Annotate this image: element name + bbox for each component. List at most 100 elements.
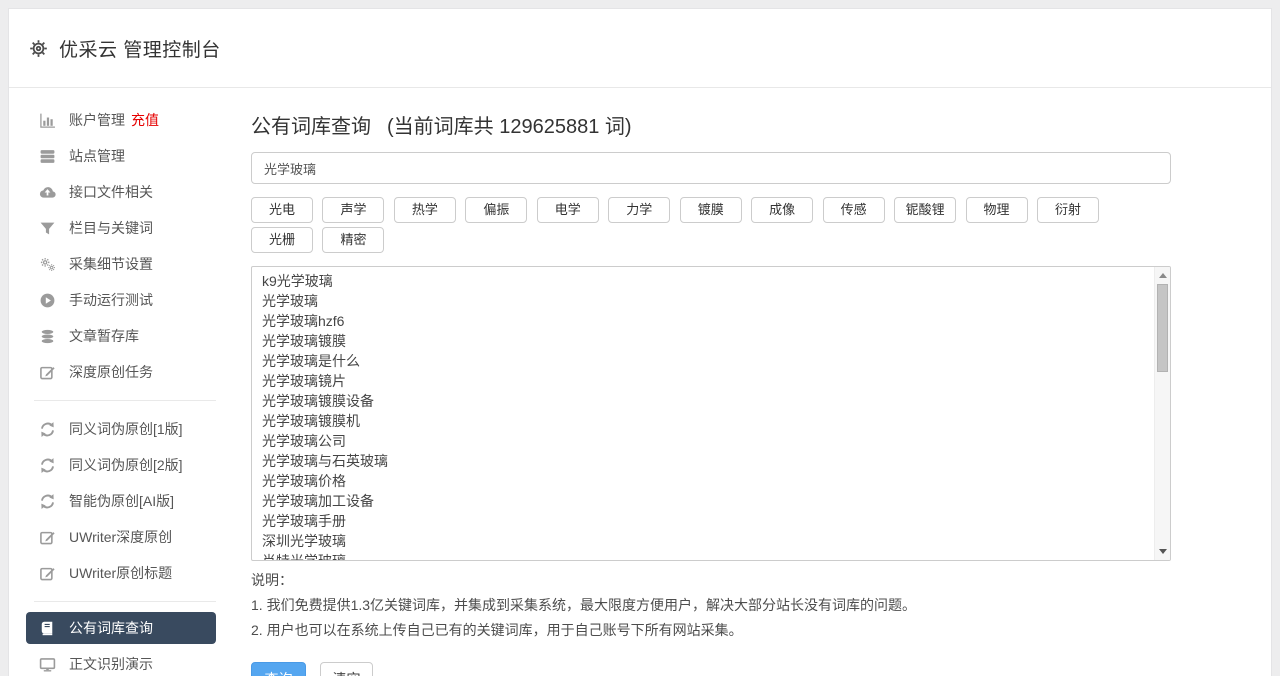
sidebar-item-label: 同义词伪原创[2版]: [69, 457, 183, 473]
tag-button[interactable]: 电学: [536, 197, 599, 223]
scroll-up-icon[interactable]: [1155, 268, 1170, 283]
tag-button[interactable]: 偏振: [465, 197, 528, 223]
keyword-item[interactable]: k9光学玻璃: [262, 271, 1146, 291]
sidebar-item-label: 深度原创任务: [69, 364, 153, 380]
page-title: 公有词库查询 (当前词库共 129625881 词): [251, 110, 1171, 139]
sidebar-item-public-thesaurus[interactable]: 公有词库查询: [26, 612, 216, 644]
edit-icon: [39, 364, 56, 381]
sidebar-item-account[interactable]: 账户管理 充值: [26, 102, 216, 138]
sidebar-item-label: 智能伪原创[AI版]: [69, 493, 175, 509]
list-scrollbar[interactable]: [1154, 267, 1170, 560]
sidebar-item-sites[interactable]: 站点管理: [26, 138, 216, 174]
keyword-item[interactable]: 光学玻璃手册: [262, 511, 1146, 531]
main-content: 公有词库查询 (当前词库共 129625881 词) 光电 声学 热学 偏振 电…: [251, 88, 1171, 676]
keyword-item[interactable]: 光学玻璃: [262, 291, 1146, 311]
cloud-upload-icon: [39, 184, 56, 201]
sidebar-item-columns-keywords[interactable]: 栏目与关键词: [26, 210, 216, 246]
keyword-search-input[interactable]: [251, 152, 1171, 184]
server-icon: [39, 148, 56, 165]
keyword-item[interactable]: 光学玻璃hzf6: [262, 311, 1146, 331]
scrollbar-thumb[interactable]: [1157, 284, 1168, 372]
sidebar-item-interface-files[interactable]: 接口文件相关: [26, 174, 216, 210]
play-circle-icon: [39, 292, 56, 309]
sidebar-item-synonym-v2[interactable]: 同义词伪原创[2版]: [26, 447, 216, 483]
sidebar-item-label: 接口文件相关: [69, 184, 153, 200]
sidebar-item-label: 正文识别演示: [69, 656, 153, 672]
tag-button[interactable]: 光栅: [251, 227, 313, 253]
sidebar-item-label: 站点管理: [69, 148, 125, 164]
sidebar-divider: [34, 400, 216, 401]
sidebar-item-ai-original[interactable]: 智能伪原创[AI版]: [26, 483, 216, 519]
keyword-item[interactable]: 肖特光学玻璃: [262, 551, 1146, 560]
thesaurus-count: (当前词库共 129625881 词): [387, 116, 632, 138]
tag-button[interactable]: 光电: [251, 197, 313, 223]
notes-heading: 说明：: [251, 572, 293, 588]
tag-button[interactable]: 热学: [393, 197, 456, 223]
book-icon: [39, 620, 56, 637]
keyword-item[interactable]: 光学玻璃镀膜设备: [262, 391, 1146, 411]
keyword-item[interactable]: 光学玻璃镀膜: [262, 331, 1146, 351]
sidebar-item-label: 账户管理: [69, 112, 125, 128]
action-buttons: 查询 清空: [251, 662, 1171, 676]
keyword-item[interactable]: 深圳光学玻璃: [262, 531, 1146, 551]
tag-button[interactable]: 成像: [751, 197, 814, 223]
app-title: 优采云 管理控制台: [59, 39, 221, 61]
keyword-item[interactable]: 光学玻璃公司: [262, 431, 1146, 451]
sidebar-item-content-recognition[interactable]: 正文识别演示: [26, 646, 216, 676]
sidebar-item-synonym-v1[interactable]: 同义词伪原创[1版]: [26, 411, 216, 447]
database-icon: [39, 328, 56, 345]
tag-button[interactable]: 铌酸锂: [894, 197, 957, 223]
notes-line-1: 1. 我们免费提供1.3亿关键词库，并集成到采集系统，最大限度方便用户，解决大部…: [251, 597, 917, 613]
tag-button[interactable]: 声学: [322, 197, 385, 223]
keyword-result-list: k9光学玻璃 光学玻璃 光学玻璃hzf6 光学玻璃镀膜 光学玻璃是什么 光学玻璃…: [251, 266, 1171, 561]
edit-icon: [39, 565, 56, 582]
sidebar: 账户管理 充值 站点管理 接口文件相关 栏目与关键词 采集细节设置 手动运行测试…: [9, 88, 251, 676]
sidebar-item-label: 采集细节设置: [69, 256, 153, 272]
sidebar-item-label: 文章暂存库: [69, 328, 139, 344]
refresh-icon: [39, 457, 56, 474]
gears-icon: [39, 256, 56, 273]
tag-list: 光电 声学 热学 偏振 电学 力学 镀膜 成像 传感 铌酸锂 物理 衍射 光栅 …: [251, 197, 1171, 257]
refresh-icon: [39, 493, 56, 510]
sidebar-item-label: 手动运行测试: [69, 292, 153, 308]
sidebar-item-article-store[interactable]: 文章暂存库: [26, 318, 216, 354]
tag-button[interactable]: 物理: [965, 197, 1028, 223]
keyword-item[interactable]: 光学玻璃镀膜机: [262, 411, 1146, 431]
keyword-item[interactable]: 光学玻璃镜片: [262, 371, 1146, 391]
scroll-down-icon[interactable]: [1155, 544, 1170, 559]
tag-button[interactable]: 传感: [822, 197, 885, 223]
recharge-link[interactable]: 充值: [131, 110, 159, 130]
app-header: 优采云 管理控制台: [9, 9, 1271, 88]
sidebar-item-label: UWriter原创标题: [69, 565, 173, 581]
monitor-icon: [39, 656, 56, 673]
sidebar-item-manual-test[interactable]: 手动运行测试: [26, 282, 216, 318]
sidebar-item-label: 公有词库查询: [69, 620, 153, 636]
tag-button[interactable]: 衍射: [1036, 197, 1099, 223]
sidebar-item-label: UWriter深度原创: [69, 529, 173, 545]
sidebar-divider: [34, 601, 216, 602]
sidebar-item-uwriter-deep[interactable]: UWriter深度原创: [26, 519, 216, 555]
clear-button[interactable]: 清空: [320, 662, 373, 676]
tag-button[interactable]: 力学: [608, 197, 671, 223]
refresh-icon: [39, 421, 56, 438]
filter-icon: [39, 220, 56, 237]
tag-button[interactable]: 镀膜: [679, 197, 742, 223]
keyword-item[interactable]: 光学玻璃价格: [262, 471, 1146, 491]
chart-bar-icon: [39, 112, 56, 129]
notes-line-2: 2. 用户也可以在系统上传自己已有的关键词库，用于自己账号下所有网站采集。: [251, 622, 743, 638]
tag-button[interactable]: 精密: [322, 227, 385, 253]
sidebar-item-deep-original[interactable]: 深度原创任务: [26, 354, 216, 390]
query-button[interactable]: 查询: [251, 662, 306, 676]
keyword-item[interactable]: 光学玻璃加工设备: [262, 491, 1146, 511]
sidebar-item-uwriter-title[interactable]: UWriter原创标题: [26, 555, 216, 591]
page-title-text: 公有词库查询: [251, 116, 371, 138]
sidebar-item-collection-settings[interactable]: 采集细节设置: [26, 246, 216, 282]
gear-icon: [29, 39, 48, 58]
app-window: 优采云 管理控制台 账户管理 充值 站点管理 接口文件相关 栏目与关键词 采集细…: [8, 8, 1272, 676]
edit-icon: [39, 529, 56, 546]
keyword-item[interactable]: 光学玻璃与石英玻璃: [262, 451, 1146, 471]
notes-section: 说明： 1. 我们免费提供1.3亿关键词库，并集成到采集系统，最大限度方便用户，…: [251, 568, 1171, 643]
keyword-list: k9光学玻璃 光学玻璃 光学玻璃hzf6 光学玻璃镀膜 光学玻璃是什么 光学玻璃…: [252, 267, 1170, 560]
sidebar-item-label: 栏目与关键词: [69, 220, 153, 236]
keyword-item[interactable]: 光学玻璃是什么: [262, 351, 1146, 371]
